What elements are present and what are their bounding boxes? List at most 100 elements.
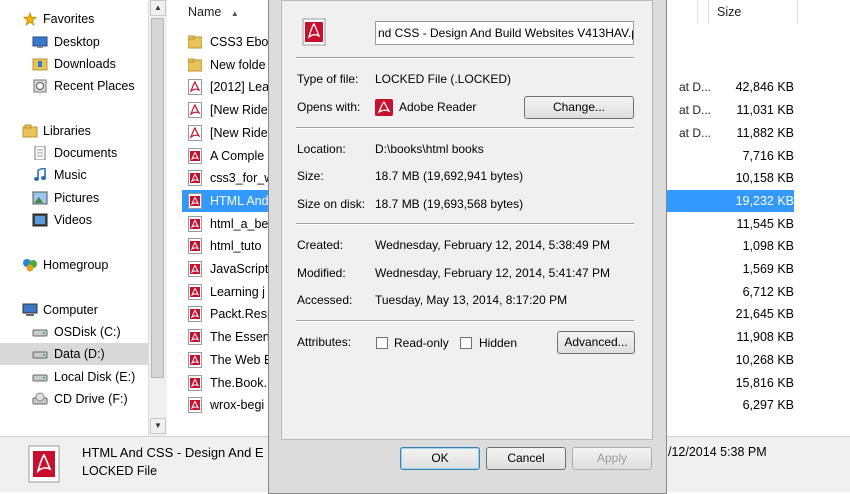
locked-file-icon	[188, 284, 202, 300]
locked-file-icon	[188, 148, 202, 164]
file-name: wrox-begi	[210, 398, 265, 412]
pdf-file-icon	[188, 125, 202, 141]
type-of-file-label: Type of file:	[297, 72, 359, 86]
details-file-title: HTML And CSS - Design And E	[82, 445, 264, 460]
created-value: Wednesday, February 12, 2014, 5:38:49 PM	[375, 238, 611, 252]
locked-file-icon	[188, 329, 202, 345]
locked-file-icon	[188, 170, 202, 186]
nav-pictures-label: Pictures	[54, 191, 100, 205]
scroll-thumb[interactable]	[151, 18, 164, 378]
locked-file-icon	[188, 238, 202, 254]
ok-button[interactable]: OK	[400, 447, 480, 470]
navigation-pane: Favorites Desktop Downloads Recent Place…	[0, 0, 148, 436]
column-header-type[interactable]	[666, 0, 698, 24]
nav-music[interactable]: Music	[0, 164, 148, 186]
nav-favorites[interactable]: Favorites	[0, 8, 148, 30]
column-header-size[interactable]: Size	[708, 0, 798, 24]
cancel-button[interactable]: Cancel	[486, 447, 566, 470]
locked-file-icon	[188, 375, 202, 391]
nav-libraries[interactable]: Libraries	[0, 120, 148, 142]
file-name: JavaScript_	[210, 262, 276, 276]
filename-value: nd CSS - Design And Build Websites V413H…	[378, 26, 634, 40]
advanced-button[interactable]: Advanced...	[557, 331, 635, 354]
scroll-up-button[interactable]: ▲	[150, 0, 166, 16]
drive-icon	[32, 374, 48, 382]
file-name: html_a_be	[210, 217, 269, 231]
size-on-disk-label: Size on disk:	[297, 197, 366, 211]
file-size: 11,031 KB	[736, 103, 794, 117]
pictures-icon	[32, 191, 48, 205]
file-name: CSS3 Eboc	[210, 35, 275, 49]
nav-osdisk[interactable]: OSDisk (C:)	[0, 321, 148, 343]
modified-label: Modified:	[297, 266, 346, 280]
file-name: html_tuto	[210, 239, 262, 253]
file-size: 11,882 KB	[736, 126, 794, 140]
file-name: [New Ride	[210, 126, 268, 140]
hidden-checkbox[interactable]	[460, 337, 472, 349]
downloads-folder-icon	[32, 58, 48, 71]
nav-recent-label: Recent Places	[54, 79, 135, 93]
file-name: [2012] Lea	[210, 80, 270, 94]
details-date: /12/2014 5:38 PM	[668, 445, 767, 459]
separator	[296, 223, 634, 225]
apply-button[interactable]: Apply	[572, 447, 652, 470]
separator	[296, 57, 634, 59]
nav-cddrive-label: CD Drive (F:)	[54, 392, 128, 406]
locked-file-icon	[188, 352, 202, 368]
file-name: HTML And	[210, 194, 269, 208]
size-value: 18.7 MB (19,692,941 bytes)	[375, 169, 524, 183]
nav-favorites-label: Favorites	[43, 12, 95, 26]
locked-file-icon	[188, 193, 202, 209]
documents-icon	[34, 146, 46, 160]
location-label: Location:	[297, 142, 346, 156]
scroll-down-button[interactable]: ▼	[150, 418, 166, 434]
nav-pictures[interactable]: Pictures	[0, 187, 148, 209]
file-size: 6,712 KB	[742, 285, 794, 299]
cd-drive-icon	[32, 392, 48, 405]
size-label: Size:	[297, 169, 324, 183]
nav-desktop[interactable]: Desktop	[0, 31, 148, 53]
nav-cddrive[interactable]: CD Drive (F:)	[0, 388, 148, 410]
filename-field[interactable]: nd CSS - Design And Build Websites V413H…	[375, 21, 634, 45]
nav-desktop-label: Desktop	[54, 35, 100, 49]
nav-recent-places[interactable]: Recent Places	[0, 75, 148, 97]
type-of-file-value: LOCKED File (.LOCKED)	[375, 72, 512, 86]
nav-data-drive[interactable]: Data (D:)	[0, 343, 148, 365]
nav-localdisk-label: Local Disk (E:)	[54, 370, 136, 384]
accessed-label: Accessed:	[297, 293, 353, 307]
nav-localdisk[interactable]: Local Disk (E:)	[0, 366, 148, 388]
nav-data-label: Data (D:)	[54, 347, 105, 361]
nav-music-label: Music	[54, 168, 87, 182]
nav-videos-label: Videos	[54, 213, 92, 227]
nav-computer[interactable]: Computer	[0, 299, 148, 321]
nav-downloads-label: Downloads	[54, 57, 116, 71]
separator	[296, 320, 634, 322]
file-size: 11,545 KB	[736, 217, 794, 231]
nav-homegroup-label: Homegroup	[43, 258, 109, 272]
drive-icon	[32, 329, 48, 337]
recent-places-icon	[33, 79, 47, 93]
nav-computer-label: Computer	[43, 303, 98, 317]
file-size: 6,297 KB	[742, 398, 794, 412]
nav-scrollbar[interactable]: ▲ ▼	[148, 0, 167, 436]
desktop-icon	[32, 36, 48, 48]
nav-videos[interactable]: Videos	[0, 209, 148, 231]
folder-icon	[188, 35, 202, 49]
nav-downloads[interactable]: Downloads	[0, 53, 148, 75]
file-size: 11,908 KB	[736, 330, 794, 344]
change-button[interactable]: Change...	[524, 96, 634, 119]
column-size-label: Size	[717, 5, 742, 19]
nav-documents[interactable]: Documents	[0, 142, 148, 164]
file-name: The Essent	[210, 330, 274, 344]
nav-homegroup[interactable]: Homegroup	[0, 254, 148, 276]
locked-file-icon	[188, 216, 202, 232]
nav-libraries-label: Libraries	[43, 124, 91, 138]
file-size: 21,645 KB	[735, 307, 794, 321]
modified-value: Wednesday, February 12, 2014, 5:41:47 PM	[375, 266, 611, 280]
general-tab-panel	[281, 0, 653, 440]
nav-osdisk-label: OSDisk (C:)	[54, 325, 121, 339]
column-name-label: Name	[188, 5, 222, 19]
locked-file-icon	[188, 261, 202, 277]
readonly-checkbox[interactable]	[376, 337, 388, 349]
readonly-label: Read-only	[394, 336, 449, 350]
